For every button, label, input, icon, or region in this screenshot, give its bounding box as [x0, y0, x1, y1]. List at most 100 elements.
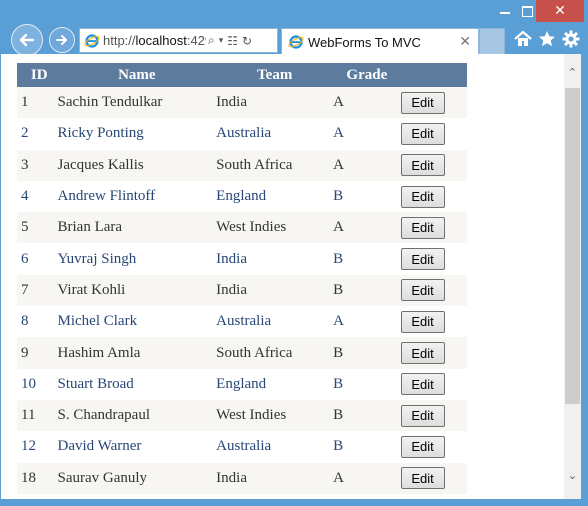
- cell-team: Australia: [216, 306, 334, 338]
- cell-name: Virat Kohli: [57, 274, 217, 307]
- tab-webforms-to-mvc[interactable]: WebForms To MVC ✕: [281, 28, 479, 55]
- header-name: Name: [57, 63, 217, 87]
- maximize-icon: [521, 5, 533, 17]
- page-content: ID Name Team Grade 1 Sachin Tendulkar Indi…: [1, 54, 564, 499]
- scroll-up-icon[interactable]: ⌃: [564, 64, 581, 81]
- cell-id: 9: [17, 337, 58, 369]
- edit-button[interactable]: Edit: [400, 216, 445, 239]
- close-tab-icon[interactable]: ✕: [459, 34, 471, 50]
- table-row: 12 David Warner Australia B Edit: [17, 431, 467, 463]
- cell-team: Australia: [216, 431, 334, 463]
- cell-name: S. Chandrapaul: [57, 399, 217, 432]
- favorites-button[interactable]: [536, 28, 558, 50]
- cell-name: David Warner: [57, 431, 217, 463]
- table-row: 2 Ricky Ponting Australia A Edit: [17, 118, 467, 150]
- grid-header-row: ID Name Team Grade: [17, 63, 467, 87]
- cell-action: Edit: [400, 149, 467, 181]
- cell-id: 18: [17, 462, 58, 494]
- edit-button[interactable]: Edit: [400, 467, 445, 490]
- edit-button[interactable]: Edit: [400, 373, 445, 396]
- cell-team: Australia: [216, 118, 334, 150]
- cell-action: Edit: [400, 399, 467, 432]
- cell-id: 6: [17, 243, 58, 275]
- close-window-button[interactable]: ✕: [536, 0, 584, 22]
- edit-button[interactable]: Edit: [400, 435, 445, 458]
- cell-name: Sachin Tendulkar: [57, 87, 217, 119]
- cell-grade: B: [333, 243, 401, 275]
- scrollbar-thumb[interactable]: [565, 88, 580, 404]
- close-icon: ✕: [554, 3, 566, 19]
- cell-action: Edit: [400, 462, 467, 494]
- cell-action: Edit: [400, 274, 467, 307]
- edit-button[interactable]: Edit: [400, 154, 445, 177]
- cell-id: 8: [17, 306, 58, 338]
- back-button[interactable]: [11, 24, 43, 56]
- cell-team: West Indies: [216, 399, 334, 432]
- cell-action: Edit: [400, 180, 467, 213]
- edit-button[interactable]: Edit: [400, 122, 445, 145]
- refresh-icon[interactable]: ↻: [242, 34, 252, 48]
- table-row: 4 Andrew Flintoff England B Edit: [17, 180, 467, 213]
- new-tab-button[interactable]: [479, 28, 505, 55]
- cell-id: 11: [17, 399, 58, 432]
- edit-button[interactable]: Edit: [400, 342, 445, 365]
- cell-name: Brian Lara: [57, 212, 217, 244]
- cell-name: Stuart Broad: [57, 368, 217, 400]
- forward-button[interactable]: [49, 27, 75, 53]
- cell-name: Andrew Flintoff: [57, 180, 217, 213]
- minimize-icon: [500, 12, 510, 14]
- edit-button[interactable]: Edit: [400, 91, 445, 114]
- back-arrow-icon: [19, 33, 35, 47]
- table-row: 10 Stuart Broad England B Edit: [17, 368, 467, 400]
- window-frame-bottom: [0, 499, 588, 506]
- cell-grade: A: [333, 118, 401, 150]
- edit-button[interactable]: Edit: [400, 248, 445, 271]
- home-icon: [514, 31, 532, 46]
- edit-button[interactable]: Edit: [400, 404, 445, 427]
- header-grade: Grade: [333, 63, 401, 87]
- cell-grade: B: [333, 399, 401, 432]
- browser-window: ✕ http://localhost:429 ⌕ ▾ ☷ ↻ WebForms …: [0, 0, 588, 506]
- edit-button[interactable]: Edit: [400, 310, 445, 333]
- cell-action: Edit: [400, 431, 467, 463]
- cell-name: Ricky Ponting: [57, 118, 217, 150]
- ie-logo-icon: [84, 33, 100, 48]
- cell-grade: A: [333, 87, 401, 119]
- table-row: 18 Saurav Ganuly India A Edit: [17, 462, 467, 494]
- cell-grade: A: [333, 149, 401, 181]
- vertical-scrollbar[interactable]: ⌃ ⌄: [564, 54, 581, 499]
- cell-grade: B: [333, 180, 401, 213]
- cell-grade: B: [333, 337, 401, 369]
- cell-grade: A: [333, 462, 401, 494]
- window-frame-right: [581, 54, 588, 506]
- header-actions: [400, 63, 467, 87]
- address-url[interactable]: http://localhost:429: [103, 33, 206, 48]
- cell-action: Edit: [400, 337, 467, 369]
- cell-grade: A: [333, 306, 401, 338]
- tools-button[interactable]: [560, 28, 582, 50]
- address-bar[interactable]: http://localhost:429 ⌕ ▾ ☷ ↻: [79, 28, 278, 53]
- ie-logo-icon: [288, 35, 304, 49]
- search-icon[interactable]: ⌕: [208, 33, 215, 48]
- cell-action: Edit: [400, 368, 467, 400]
- compatibility-icon[interactable]: ☷: [227, 34, 238, 48]
- cell-action: Edit: [400, 87, 467, 119]
- cell-id: 12: [17, 431, 58, 463]
- table-row: 11 S. Chandrapaul West Indies B Edit: [17, 399, 467, 432]
- cell-id: 3: [17, 149, 58, 181]
- cell-name: Hashim Amla: [57, 337, 217, 369]
- dropdown-icon[interactable]: ▾: [219, 36, 224, 46]
- cell-team: South Africa: [216, 149, 334, 181]
- cell-name: Saurav Ganuly: [57, 462, 217, 494]
- scroll-down-icon[interactable]: ⌄: [564, 467, 581, 484]
- url-host: localhost: [135, 33, 187, 48]
- edit-button[interactable]: Edit: [400, 185, 445, 208]
- minimize-button[interactable]: [492, 0, 518, 22]
- home-button[interactable]: [512, 28, 534, 50]
- cell-id: 10: [17, 368, 58, 400]
- edit-button[interactable]: Edit: [400, 279, 445, 302]
- table-row: 7 Virat Kohli India B Edit: [17, 274, 467, 307]
- cell-grade: B: [333, 431, 401, 463]
- cell-grade: B: [333, 274, 401, 307]
- maximize-button[interactable]: [518, 0, 536, 22]
